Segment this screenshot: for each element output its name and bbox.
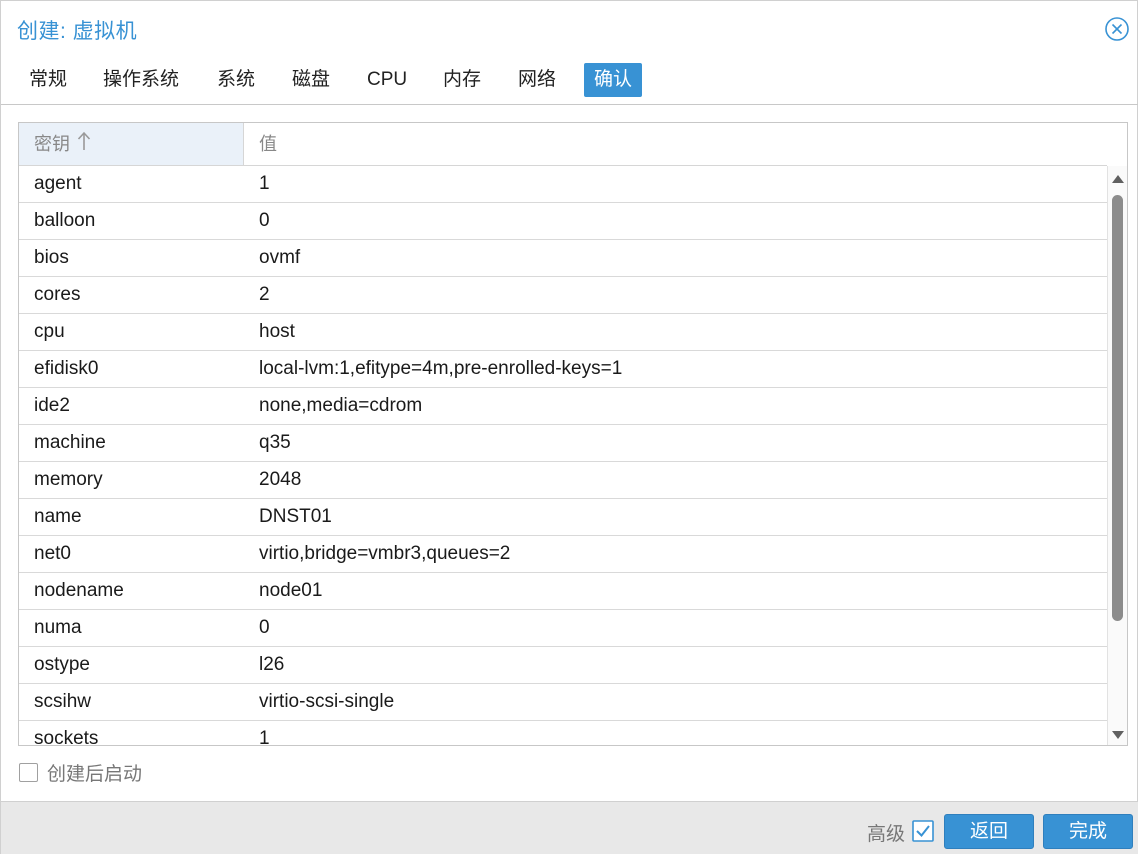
tab-general[interactable]: 常规: [19, 63, 77, 97]
table-row[interactable]: sockets 1: [19, 721, 1107, 746]
tab-os[interactable]: 操作系统: [93, 63, 189, 97]
advanced-label: 高级: [867, 824, 906, 845]
column-header-value[interactable]: 值: [244, 123, 1107, 165]
tab-disks[interactable]: 磁盘: [282, 63, 340, 97]
row-value-cell: 0: [259, 617, 270, 638]
table-row[interactable]: nodename node01: [19, 573, 1107, 610]
scroll-down-arrow-icon[interactable]: [1112, 731, 1124, 739]
table-row[interactable]: machine q35: [19, 425, 1107, 462]
row-value-cell: 1: [259, 728, 270, 746]
summary-grid: 密钥 值 agent 1 balloon 0 bios ovmf cores 2 cpu host…: [18, 122, 1128, 746]
finish-button[interactable]: 完成: [1043, 814, 1133, 849]
table-row[interactable]: agent 1: [19, 166, 1107, 203]
start-after-create-label: 创建后启动: [47, 763, 143, 785]
row-value-cell: host: [259, 321, 295, 342]
row-key-cell: net0: [34, 543, 71, 564]
table-row[interactable]: memory 2048: [19, 462, 1107, 499]
start-after-create-option[interactable]: 创建后启动: [19, 760, 143, 785]
close-icon[interactable]: [1104, 16, 1130, 42]
table-row[interactable]: bios ovmf: [19, 240, 1107, 277]
dialog-titlebar: 创建: 虚拟机: [1, 1, 1138, 57]
column-header-key-label: 密钥: [34, 134, 70, 154]
row-key-cell: efidisk0: [34, 358, 99, 379]
row-value-cell: 0: [259, 210, 270, 231]
back-button[interactable]: 返回: [944, 814, 1034, 849]
row-value-cell: 2048: [259, 469, 302, 490]
table-row[interactable]: cpu host: [19, 314, 1107, 351]
table-row[interactable]: name DNST01: [19, 499, 1107, 536]
row-key-cell: ostype: [34, 654, 90, 675]
start-after-create-checkbox[interactable]: [19, 762, 38, 782]
table-row[interactable]: efidisk0 local-lvm:1,efitype=4m,pre-enrol…: [19, 351, 1107, 388]
row-value-cell: q35: [259, 432, 291, 453]
table-row[interactable]: net0 virtio,bridge=vmbr3,queues=2: [19, 536, 1107, 573]
row-value-cell: ovmf: [259, 247, 301, 268]
tab-memory[interactable]: 内存: [433, 63, 491, 97]
tab-confirm[interactable]: 确认: [584, 63, 643, 97]
table-row[interactable]: numa 0: [19, 610, 1107, 647]
row-key-cell: nodename: [34, 580, 124, 601]
row-key-cell: ide2: [34, 395, 70, 416]
row-value-cell: virtio-scsi-single: [259, 691, 395, 712]
scroll-up-arrow-icon[interactable]: [1112, 175, 1124, 183]
row-value-cell: virtio,bridge=vmbr3,queues=2: [259, 543, 511, 564]
row-value-cell: none,media=cdrom: [259, 395, 423, 416]
row-key-cell: memory: [34, 469, 103, 490]
row-value-cell: 1: [259, 173, 270, 194]
dialog-title: 创建: 虚拟机: [17, 20, 138, 43]
wizard-tabbar: 常规 操作系统 系统 磁盘 CPU 内存 网络 确认: [1, 57, 1138, 105]
table-row[interactable]: ide2 none,media=cdrom: [19, 388, 1107, 425]
table-row[interactable]: ostype l26: [19, 647, 1107, 684]
row-value-cell: 2: [259, 284, 270, 305]
row-value-cell: local-lvm:1,efitype=4m,pre-enrolled-keys…: [259, 358, 623, 379]
table-row[interactable]: cores 2: [19, 277, 1107, 314]
row-value-cell: DNST01: [259, 506, 332, 527]
row-key-cell: balloon: [34, 210, 96, 231]
row-key-cell: bios: [34, 247, 69, 268]
row-key-cell: agent: [34, 173, 82, 194]
grid-header: 密钥 值: [19, 123, 1107, 166]
grid-body: agent 1 balloon 0 bios ovmf cores 2 cpu host efidi…: [19, 166, 1107, 746]
row-key-cell: machine: [34, 432, 106, 453]
row-key-cell: scsihw: [34, 691, 92, 712]
column-header-key[interactable]: 密钥: [19, 123, 244, 165]
row-value-cell: l26: [259, 654, 285, 675]
tab-system[interactable]: 系统: [207, 63, 265, 97]
row-key-cell: cpu: [34, 321, 65, 342]
row-key-cell: sockets: [34, 728, 99, 746]
row-key-cell: numa: [34, 617, 82, 638]
table-row[interactable]: scsihw virtio-scsi-single: [19, 684, 1107, 721]
create-vm-dialog: 创建: 虚拟机 常规 操作系统 系统 磁盘 CPU 内存 网络 确认 密钥 值 …: [0, 0, 1138, 854]
row-key-cell: name: [34, 506, 82, 527]
scrollbar-thumb[interactable]: [1112, 195, 1123, 621]
sort-ascending-icon: [77, 124, 91, 166]
advanced-checkbox[interactable]: [912, 820, 934, 842]
tab-network[interactable]: 网络: [508, 63, 566, 97]
tab-cpu[interactable]: CPU: [357, 63, 417, 97]
dialog-footer: 高级 返回 完成: [1, 801, 1138, 854]
row-value-cell: node01: [259, 580, 323, 601]
table-row[interactable]: balloon 0: [19, 203, 1107, 240]
row-key-cell: cores: [34, 284, 81, 305]
